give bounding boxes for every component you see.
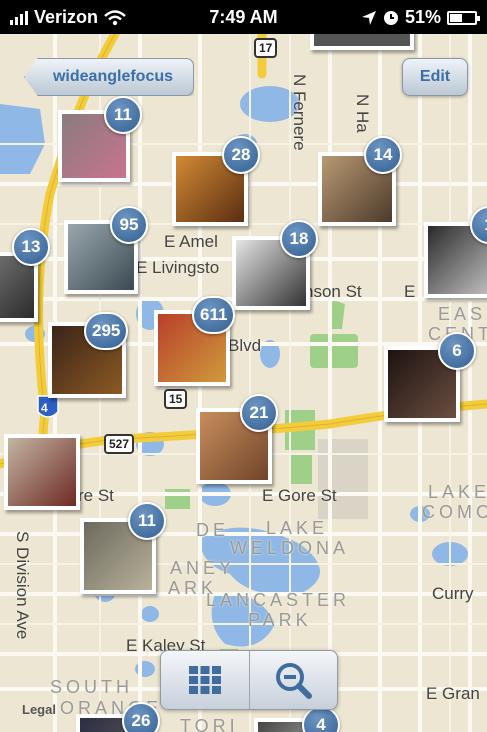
area-label: LAKE xyxy=(266,518,329,538)
area-label: SOUTH xyxy=(50,677,133,697)
street-label-livingston: E Livingsto xyxy=(136,258,220,277)
grid-icon xyxy=(188,666,221,694)
photo-count-badge: 95 xyxy=(110,206,148,244)
photo-count-badge: 21 xyxy=(240,394,278,432)
street-label-fernere: N Fernere xyxy=(290,74,309,151)
area-label: ANEY xyxy=(170,558,236,578)
edit-button[interactable]: Edit xyxy=(402,58,468,96)
photo-thumbnail[interactable] xyxy=(4,434,80,510)
route-shield: 527 xyxy=(104,434,135,454)
photo-count-badge: 295 xyxy=(84,312,129,350)
street-label-blvd: Blvd xyxy=(228,336,262,355)
photo-count-badge: 6 xyxy=(438,332,476,370)
route-shield: 17 xyxy=(254,38,278,58)
photo-count-badge: 14 xyxy=(364,136,402,174)
street-label-gran: E Gran xyxy=(426,684,480,703)
battery-percent: 51% xyxy=(404,7,441,27)
photo-count-badge: 28 xyxy=(222,136,260,174)
photo-thumbnail[interactable] xyxy=(310,34,414,50)
photo-count-badge: 18 xyxy=(280,220,318,258)
street-label-amel: E Amel xyxy=(164,232,218,251)
photo-count-badge: 13 xyxy=(12,228,50,266)
photo-count-badge: 611 xyxy=(192,296,236,334)
street-label-curry: Curry xyxy=(432,584,474,603)
status-bar: Verizon 7:49 AM 51% xyxy=(0,0,487,34)
street-label-e: E xyxy=(404,282,416,301)
map-view[interactable]: N Fernere N Ha E Amel E Livingsto nson S… xyxy=(0,34,487,732)
street-label-robinson: nson St xyxy=(304,282,362,301)
photo-count-badge: 11 xyxy=(128,502,166,540)
area-label: DE xyxy=(196,520,230,540)
battery-icon xyxy=(447,10,480,25)
area-label: WELDONA xyxy=(230,538,350,558)
location-arrow-icon xyxy=(361,10,376,25)
street-label-ha: N Ha xyxy=(353,94,372,133)
street-label-division: S Division Ave xyxy=(13,531,32,640)
area-label: PARK xyxy=(248,610,312,630)
area-label: COMO xyxy=(422,502,487,522)
area-label: LAKE xyxy=(428,482,487,502)
route-shield: 4 xyxy=(41,401,48,415)
area-label: LANCASTER xyxy=(206,590,351,610)
area-label: TORI xyxy=(180,716,239,732)
area-label: EAS xyxy=(438,304,487,324)
alarm-clock-icon xyxy=(383,10,398,25)
photo-count-badge: 11 xyxy=(104,96,142,134)
route-shield: 15 xyxy=(164,389,188,409)
map-toolbar xyxy=(160,650,338,710)
legal-link[interactable]: Legal xyxy=(22,702,56,717)
photo-count-badge: 26 xyxy=(122,702,160,732)
zoom-out-icon xyxy=(276,663,313,699)
street-label-st: re St xyxy=(78,486,114,505)
grid-view-button[interactable] xyxy=(161,651,249,709)
area-label: ARK xyxy=(168,578,218,598)
street-label-gore: E Gore St xyxy=(262,486,337,505)
back-button[interactable]: wideanglefocus xyxy=(24,58,194,96)
zoom-out-button[interactable] xyxy=(248,651,338,709)
